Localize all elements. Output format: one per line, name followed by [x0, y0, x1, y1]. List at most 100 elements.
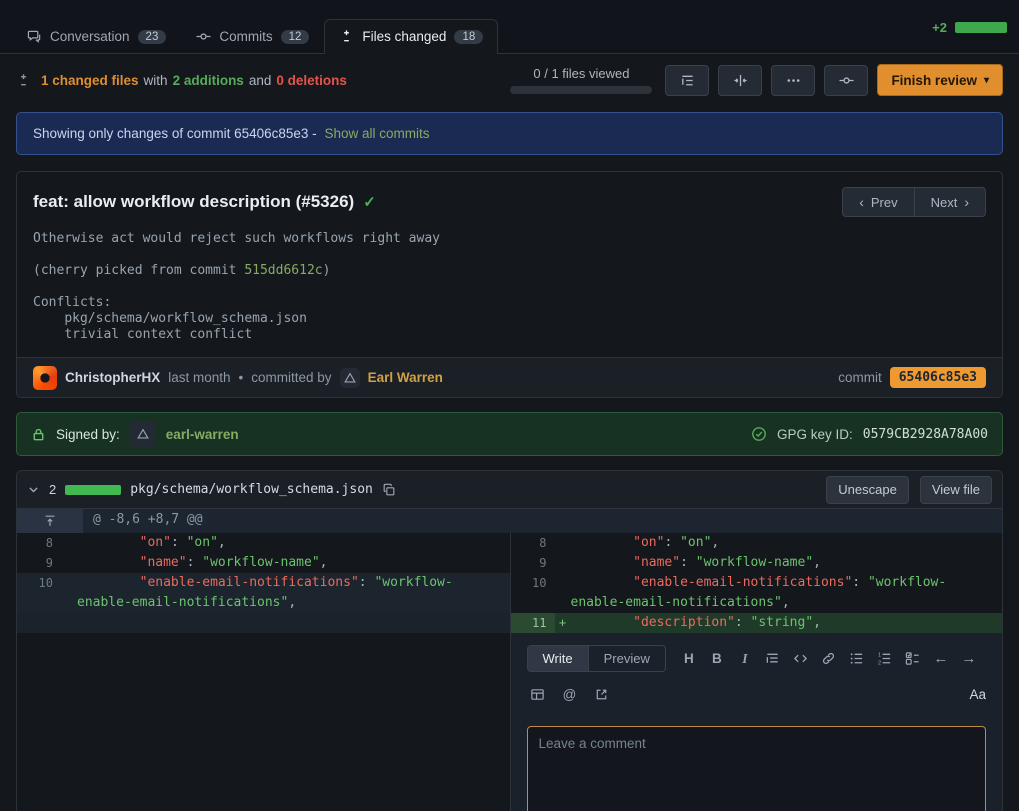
more-options-button[interactable] — [771, 65, 815, 96]
code-line: "description": "string", — [571, 613, 1003, 633]
files-viewed-progress — [510, 86, 652, 94]
reference-icon[interactable] — [591, 684, 613, 704]
code-line: "on": "on", — [571, 533, 1003, 553]
author-avatar[interactable] — [33, 366, 57, 390]
arrow-right-icon[interactable]: → — [958, 649, 980, 669]
commit-pager: ‹ Prev Next › — [842, 187, 986, 217]
unordered-list-icon[interactable] — [846, 649, 868, 669]
code-line: "name": "workflow-name", — [571, 553, 1003, 573]
code-segment: : — [852, 575, 868, 590]
copy-path-icon[interactable] — [382, 483, 396, 497]
unescape-button[interactable]: Unescape — [826, 476, 909, 504]
gpg-key-label: GPG key ID: — [777, 427, 853, 442]
code-segment: "on" — [140, 535, 171, 550]
triangle-logo-icon — [343, 371, 357, 385]
arrow-left-icon[interactable]: ← — [930, 649, 952, 669]
file-diffstat-bar — [65, 485, 121, 495]
file-diff-section: 2 pkg/schema/workflow_schema.json Unesca… — [16, 470, 1003, 811]
code-segment: , — [711, 535, 719, 550]
prev-label: Prev — [871, 195, 898, 210]
committer-avatar[interactable] — [340, 368, 360, 388]
diff-row: 11+ "description": "string", — [17, 613, 1002, 633]
finish-review-label: Finish review — [891, 73, 977, 88]
table-icon[interactable] — [527, 684, 549, 704]
signer-avatar[interactable] — [130, 421, 156, 447]
write-tab[interactable]: Write — [528, 646, 588, 671]
cherry-pick-sha-link[interactable]: 515dd6612c — [244, 263, 322, 278]
italic-icon[interactable]: I — [734, 649, 756, 669]
commit-message-line: Otherwise act would reject such workflow… — [33, 231, 986, 247]
code-line: "name": "workflow-name", — [77, 553, 510, 573]
changed-files-link[interactable]: 1 changed files — [41, 73, 139, 88]
commit-message: Otherwise act would reject such workflow… — [17, 221, 1002, 357]
commit-label: commit — [838, 370, 882, 385]
code-segment: , — [288, 595, 296, 610]
next-commit-button[interactable]: Next › — [914, 187, 986, 217]
tab-label: Files changed — [362, 29, 446, 44]
diff-left-half — [17, 613, 510, 633]
chevron-right-icon: › — [964, 194, 969, 210]
quote-icon[interactable] — [762, 649, 784, 669]
diff-right-half: 11+ "description": "string", — [510, 613, 1003, 633]
commit-sha-badge[interactable]: 65406c85e3 — [890, 367, 986, 388]
line-number[interactable]: 9 — [511, 553, 555, 573]
task-list-icon[interactable] — [902, 649, 924, 669]
svg-text:2: 2 — [878, 661, 881, 667]
collapse-file-icon[interactable] — [27, 483, 40, 496]
code-segment: "workflow-name" — [202, 555, 319, 570]
line-number[interactable]: 9 — [17, 553, 61, 573]
diff-row: 10 "enable-email-notifications": "workfl… — [17, 573, 1002, 613]
line-number[interactable]: 8 — [511, 533, 555, 553]
finish-review-button[interactable]: Finish review ▾ — [877, 64, 1003, 96]
code-segment: : — [735, 615, 751, 630]
tab-commits[interactable]: Commits 12 — [181, 19, 324, 53]
committer-name-link[interactable]: Earl Warren — [368, 370, 443, 385]
link-icon[interactable] — [818, 649, 840, 669]
author-name-link[interactable]: ChristopherHX — [65, 370, 160, 385]
diff-option-buttons — [665, 65, 868, 96]
bold-icon[interactable]: B — [706, 649, 728, 669]
tab-count-badge: 18 — [454, 30, 483, 44]
code-icon[interactable] — [790, 649, 812, 669]
signer-name-link[interactable]: earl-warren — [166, 427, 239, 442]
code-segment: : — [359, 575, 375, 590]
font-size-toggle[interactable]: Aa — [969, 687, 986, 702]
tab-conversation[interactable]: Conversation 23 — [12, 19, 181, 53]
next-label: Next — [931, 195, 958, 210]
comment-textarea[interactable] — [527, 726, 987, 811]
hunk-header: @ -8,6 +8,7 @@ — [83, 509, 213, 533]
expand-hunk-button[interactable] — [17, 509, 83, 533]
hunk-header-row: @ -8,6 +8,7 @@ — [17, 509, 1002, 533]
commit-button[interactable] — [824, 65, 868, 96]
comment-editor: Write Preview HBI 12 ← → @ Aa — [510, 633, 1003, 811]
files-viewed-label: 0 / 1 files viewed — [510, 66, 652, 81]
split-view-button[interactable] — [718, 65, 762, 96]
prev-commit-button[interactable]: ‹ Prev — [842, 187, 914, 217]
changes-summary: 1 changed files with 2 additions and 0 d… — [41, 73, 347, 88]
summary-text: and — [249, 73, 272, 88]
code-segment: : — [187, 555, 203, 570]
additions-count: +2 — [932, 20, 947, 35]
code-segment: , — [320, 555, 328, 570]
diff-row: 8 "on": "on",8 "on": "on", — [17, 533, 1002, 553]
code-segment: : — [680, 555, 696, 570]
code-line: "enable-email-notifications": "workflow-… — [77, 573, 510, 613]
file-tree-button[interactable] — [665, 65, 709, 96]
gpg-key-id: 0579CB2928A78A00 — [863, 427, 988, 442]
show-all-commits-link[interactable]: Show all commits — [324, 126, 429, 141]
line-number[interactable]: 11 — [511, 613, 555, 633]
code-segment: "on" — [187, 535, 218, 550]
ordered-list-icon[interactable]: 12 — [874, 649, 896, 669]
line-number[interactable]: 10 — [511, 573, 555, 593]
line-number[interactable]: 8 — [17, 533, 61, 553]
commit-time: last month — [168, 370, 230, 385]
preview-tab[interactable]: Preview — [588, 646, 665, 671]
more-options-icon — [786, 73, 801, 88]
tab-files-changed[interactable]: Files changed 18 — [324, 19, 498, 54]
editor-toolbar-row1: HBI 12 ← → — [678, 649, 980, 669]
mention-icon[interactable]: @ — [559, 684, 581, 704]
heading-icon[interactable]: H — [678, 649, 700, 669]
commit-message-conflicts: Conflicts: pkg/schema/workflow_schema.js… — [33, 295, 986, 343]
view-file-button[interactable]: View file — [920, 476, 992, 504]
line-number[interactable]: 10 — [17, 573, 61, 593]
